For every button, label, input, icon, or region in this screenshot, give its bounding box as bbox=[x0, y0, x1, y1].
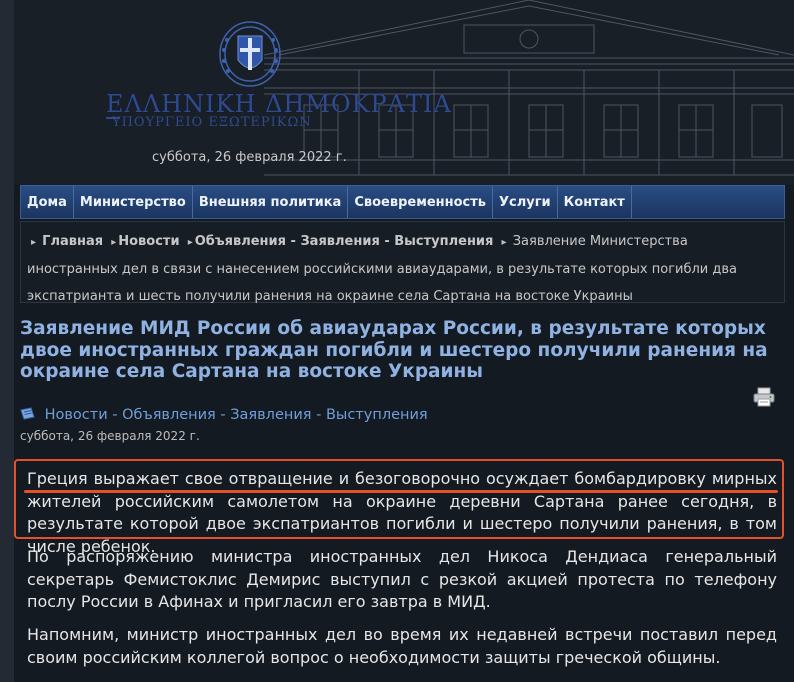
article-paragraph-1: Греция выражает свое отвращение и безого… bbox=[27, 469, 777, 556]
breadcrumb-news[interactable]: Новости bbox=[118, 234, 179, 249]
nav-item-contact[interactable]: Контакт bbox=[558, 186, 632, 218]
main-nav: Дома Министерство Внешняя политика Своев… bbox=[20, 185, 785, 219]
category-link[interactable]: Новости - Объявления - Заявления - Высту… bbox=[45, 407, 428, 423]
article-paragraph-2: По распоряжению министра иностранных дел… bbox=[27, 547, 777, 611]
breadcrumb-announcements[interactable]: Объявления - Заявления - Выступления bbox=[195, 234, 494, 249]
triangle-right-icon: ▸ bbox=[31, 237, 37, 248]
breadcrumb: ▸ Главная ▸ Новости ▸ Объявления - Заявлен… bbox=[20, 221, 785, 304]
newspaper-icon bbox=[20, 407, 41, 423]
nav-item-news[interactable]: Своевременность bbox=[348, 186, 493, 218]
article-category: Новости - Объявления - Заявления - Высту… bbox=[20, 407, 428, 423]
article-paragraph-3: Напомним, министр иностранных дел во вре… bbox=[27, 625, 777, 667]
logo-title[interactable]: ΕΛΛΗΝΙΚΗ ΔΗΜΟΚΡΑΤΙΑ bbox=[106, 90, 452, 118]
site-header: ΕΛΛΗΝΙΚΗ ΔΗΜΟΚΡΑΤΙΑ ΥΠΟΥΡΓΕΙΟ ΕΞΩΤΕΡΙΚΩΝ… bbox=[14, 0, 794, 185]
article-date: суббота, 26 февраля 2022 г. bbox=[20, 429, 200, 443]
nav-item-services[interactable]: Услуги bbox=[493, 186, 558, 218]
article-title: Заявление МИД России об авиаударах Росси… bbox=[20, 318, 768, 382]
nav-item-home[interactable]: Дома bbox=[21, 186, 74, 218]
nav-item-foreign-policy[interactable]: Внешняя политика bbox=[193, 186, 349, 218]
nav-item-ministry[interactable]: Министерство bbox=[74, 186, 193, 218]
printer-icon[interactable] bbox=[753, 387, 775, 407]
triangle-right-icon: ▸ bbox=[501, 237, 507, 248]
left-border bbox=[0, 0, 14, 682]
triangle-right-icon: ▸ bbox=[187, 237, 193, 248]
breadcrumb-home[interactable]: Главная bbox=[42, 234, 103, 249]
logo-subtitle[interactable]: ΥΠΟΥΡΓΕΙΟ ΕΞΩΤΕΡΙΚΩΝ bbox=[112, 115, 312, 130]
greek-coat-of-arms-icon bbox=[219, 21, 281, 87]
header-date: суббота, 26 февраля 2022 г. bbox=[152, 150, 347, 165]
triangle-right-icon: ▸ bbox=[111, 237, 117, 248]
